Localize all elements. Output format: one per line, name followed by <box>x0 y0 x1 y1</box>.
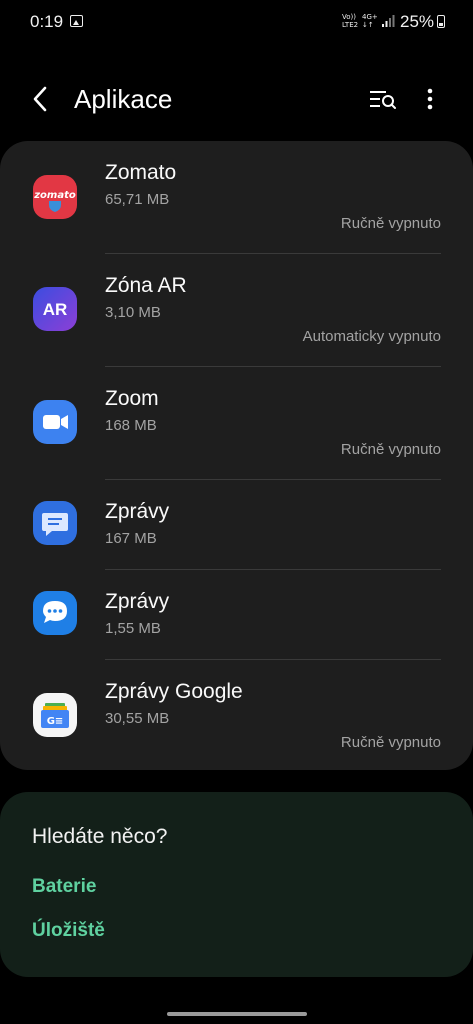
app-row-google-news[interactable]: G≡ Zprávy Google 30,55 MB Ručně vypnuto <box>0 660 473 770</box>
battery-icon <box>437 15 445 28</box>
suggestions-title: Hledáte něco? <box>32 825 168 848</box>
app-name: Zomato <box>105 161 177 184</box>
suggestions-card: Hledáte něco? Baterie Úložiště <box>0 792 473 977</box>
app-name: Zprávy Google <box>105 680 243 703</box>
app-row-zomato[interactable]: zomato Zomato 65,71 MB Ručně vypnuto <box>0 141 473 253</box>
app-row-samsung-messages[interactable]: Zprávy 1,55 MB <box>0 570 473 659</box>
app-size: 168 MB <box>105 417 157 434</box>
app-status: Ručně vypnuto <box>340 441 441 458</box>
app-bar: Aplikace <box>0 70 473 130</box>
zoom-icon <box>33 400 77 444</box>
app-status: Automaticky vypnuto <box>302 328 441 345</box>
samsung-messages-icon <box>33 591 77 635</box>
storage-link[interactable]: Úložiště <box>32 920 105 942</box>
svg-text:AR: AR <box>43 300 68 319</box>
battery-link[interactable]: Baterie <box>32 876 96 898</box>
signal-icon <box>382 15 395 27</box>
volte-lte-indicator: Vo)) LTE2 <box>342 13 359 29</box>
app-name: Zprávy <box>105 590 170 613</box>
app-size: 167 MB <box>105 530 157 547</box>
google-news-icon: G≡ <box>33 693 77 737</box>
ar-zone-icon: AR <box>33 287 77 331</box>
app-name: Zóna AR <box>105 274 187 297</box>
app-list: zomato Zomato 65,71 MB Ručně vypnuto AR … <box>0 141 473 770</box>
svg-text:G≡: G≡ <box>47 716 64 727</box>
4g-indicator: 4G+ ↓↑ <box>362 13 378 29</box>
page-title: Aplikace <box>74 84 173 114</box>
gallery-notification-icon <box>70 15 83 27</box>
app-row-messages[interactable]: Zprávy 167 MB <box>0 480 473 569</box>
zomato-icon: zomato <box>33 175 77 219</box>
svg-text:zomato: zomato <box>33 190 76 201</box>
app-row-zoom[interactable]: Zoom 168 MB Ručně vypnuto <box>0 367 473 479</box>
app-size: 65,71 MB <box>105 191 170 208</box>
app-status: Ručně vypnuto <box>340 734 441 751</box>
status-bar: 0:19 Vo)) LTE2 4G+ ↓↑ 25% <box>0 0 473 44</box>
status-time: 0:19 <box>30 12 64 31</box>
app-size: 3,10 MB <box>105 304 161 321</box>
home-indicator[interactable] <box>167 1012 307 1016</box>
app-name: Zoom <box>105 387 159 410</box>
back-icon[interactable] <box>26 82 56 116</box>
app-name: Zprávy <box>105 500 170 523</box>
app-row-ar-zone[interactable]: AR Zóna AR 3,10 MB Automaticky vypnuto <box>0 254 473 366</box>
more-options-icon[interactable] <box>418 84 442 114</box>
search-list-icon[interactable] <box>366 84 400 114</box>
app-size: 1,55 MB <box>105 620 161 637</box>
battery-percent: 25% <box>400 12 435 31</box>
app-size: 30,55 MB <box>105 710 170 727</box>
app-status: Ručně vypnuto <box>340 215 441 232</box>
messages-icon <box>33 501 77 545</box>
